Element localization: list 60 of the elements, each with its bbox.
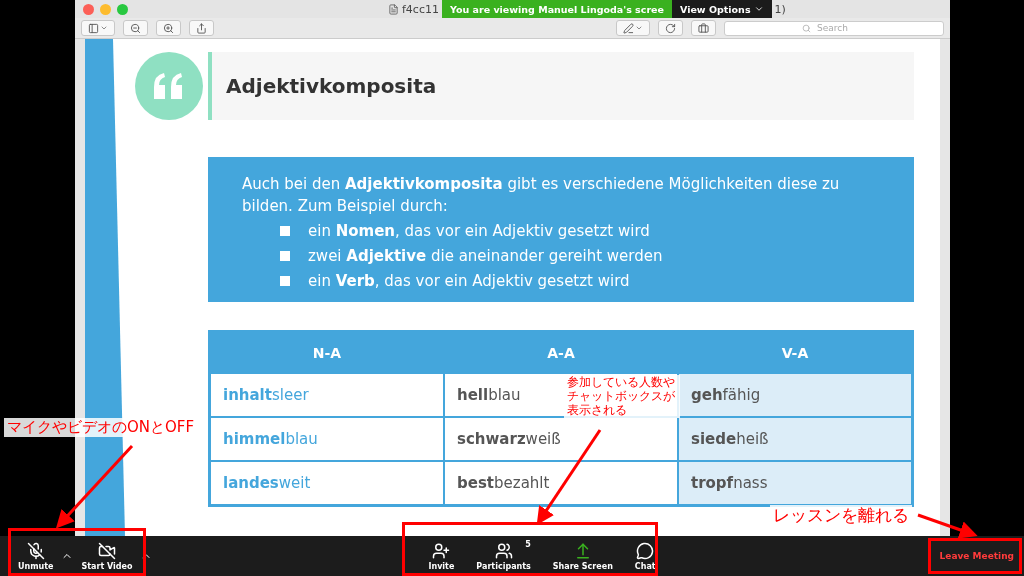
zoom-in-icon [163, 22, 174, 34]
annotation-arrow [917, 513, 978, 539]
table-cell: bestbezahlt [444, 461, 678, 505]
table-cell: inhaltsleer [210, 373, 444, 417]
window-title: 1) [774, 2, 786, 16]
window-title: f4cc11 [402, 2, 439, 16]
column-header: A-A [444, 332, 678, 373]
people-icon [494, 541, 513, 560]
share-icon [196, 22, 207, 34]
bullet-text: ein Verb, das vor ein Adjektiv gesetzt wird [308, 271, 630, 292]
muted-mic-icon [26, 541, 45, 560]
bullet-icon [280, 251, 290, 261]
table-cell: siedeheiß [678, 417, 912, 461]
bullet-text: ein Nomen, das vor ein Adjektiv gesetzt wird [308, 221, 650, 242]
caret-icon [753, 4, 764, 14]
leave-meeting-button[interactable]: Leave Meeting [929, 551, 1024, 561]
bullet-icon [280, 226, 290, 236]
chat-bubble-icon [636, 541, 655, 560]
briefcase-icon [698, 22, 709, 34]
bullet-icon [280, 276, 290, 286]
participant-count: 5 [525, 539, 531, 549]
markup-button[interactable] [616, 20, 650, 36]
share-banner: You are viewing Manuel Lingoda's scree [441, 0, 672, 18]
column-header: V-A [678, 332, 912, 373]
intro-text: Auch bei den Adjektivkomposita gibt es verschiedene Möglichkeiten diese zu bilden. Zum Beispiel durch: [242, 174, 841, 217]
caret-icon [100, 24, 108, 32]
toolbox-button[interactable] [691, 20, 716, 36]
table-cell: himmelblau [210, 417, 444, 461]
zoom-in-button[interactable] [156, 20, 181, 36]
caret-icon [635, 24, 643, 32]
slide-title: Adjektivkomposita [212, 52, 914, 120]
share-button[interactable]: Share Screen [548, 541, 617, 571]
annotation-text: 参加している人数やチャットボックスが表示される [564, 375, 680, 419]
chat-button[interactable]: Chat [630, 541, 660, 571]
share-button[interactable] [189, 20, 214, 36]
add-person-icon [432, 541, 451, 560]
invite-button[interactable]: Invite [424, 541, 459, 571]
column-header: N-A [210, 332, 444, 373]
rotate-icon [665, 22, 676, 34]
rotate-button[interactable] [658, 20, 683, 36]
table-cell: tropfnass [678, 461, 912, 505]
annotation-text: レッスンを離れる [770, 505, 912, 527]
participants-button[interactable]: Participants 5 [472, 541, 535, 571]
unmute-button[interactable]: Unmute [14, 541, 58, 571]
bullet-text: zwei Adjektive die aneinander gereiht werden [308, 246, 663, 267]
search-field[interactable]: Search [724, 20, 944, 36]
camera-off-icon [97, 541, 116, 560]
start-video-button[interactable]: Start Video [77, 541, 137, 571]
zoom-out-icon [130, 22, 141, 34]
zoom-out-button[interactable] [123, 20, 148, 36]
table-cell: landesweit [210, 461, 444, 505]
view-options-button[interactable]: View Options [671, 0, 772, 18]
table-cell: schwarzweiß [444, 417, 678, 461]
sidebar-button[interactable] [81, 20, 115, 36]
close-button[interactable] [83, 3, 94, 15]
sidebar-icon [88, 22, 99, 34]
pen-icon [623, 22, 634, 34]
search-icon [802, 23, 811, 33]
document-icon [388, 3, 399, 15]
table-cell: gehfähig [678, 373, 912, 417]
